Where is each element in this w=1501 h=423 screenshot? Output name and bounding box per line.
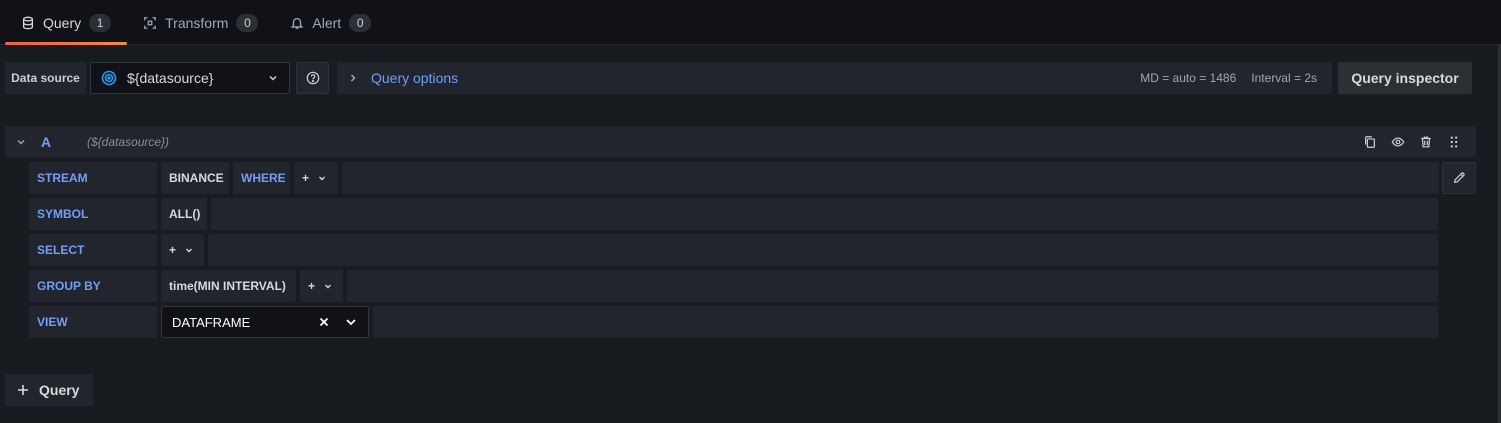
select-keyword: SELECT (29, 234, 157, 266)
symbol-row-filler (211, 198, 1438, 230)
datasource-value: ${datasource} (127, 70, 214, 86)
view-row-filler (373, 306, 1438, 338)
group-by-row-filler (347, 270, 1438, 302)
stream-row-filler (342, 162, 1439, 194)
view-value: DATAFRAME (172, 314, 251, 330)
group-by-value[interactable]: time(MIN INTERVAL) (161, 270, 296, 302)
select-add-label: + (169, 243, 177, 257)
symbol-row: SYMBOL ALL() (29, 198, 1438, 230)
plus-icon (18, 385, 28, 395)
chevron-down-icon (186, 248, 193, 253)
query-row-header: A (${datasource}) (5, 126, 1476, 157)
eye-icon (1391, 136, 1405, 147)
group-by-add-button[interactable]: + (300, 270, 343, 302)
group-by-keyword: GROUP BY (29, 270, 157, 302)
symbol-keyword: SYMBOL (29, 198, 157, 230)
query-options-label: Query options (371, 70, 459, 86)
select-add-button[interactable]: + (161, 234, 204, 266)
close-icon[interactable] (318, 316, 330, 328)
query-inspector-button[interactable]: Query inspector (1338, 62, 1472, 94)
view-select[interactable]: DATAFRAME (161, 306, 369, 338)
add-query-button[interactable]: Query (5, 374, 93, 406)
datasource-help-button[interactable] (296, 62, 329, 94)
chevron-down-icon[interactable] (15, 136, 27, 148)
database-icon (21, 16, 35, 30)
group-by-row: GROUP BY time(MIN INTERVAL) + (29, 270, 1438, 302)
datasource-picker[interactable]: ${datasource} (90, 62, 290, 94)
select-row: SELECT + (29, 234, 1438, 266)
drag-handle[interactable] (1440, 132, 1468, 152)
datasource-label: Data source (5, 62, 86, 94)
interval-info: Interval = 2s (1251, 71, 1317, 85)
question-circle-icon (306, 71, 319, 85)
stream-keyword: STREAM (29, 162, 157, 194)
editor-tabbar: Query 1 Transform 0 Alert 0 (0, 0, 1501, 45)
stream-value[interactable]: BINANCE (161, 162, 229, 194)
bell-icon (290, 16, 304, 30)
tab-query-count: 1 (89, 13, 112, 32)
drag-dots-icon (1450, 135, 1458, 148)
query-options-toggle[interactable]: Query options MD = auto = 1486 Interval … (337, 62, 1332, 94)
query-ref-id[interactable]: A (41, 134, 71, 150)
chevron-down-icon (325, 284, 332, 289)
tab-query[interactable]: Query 1 (5, 0, 128, 45)
copy-icon (1365, 135, 1375, 148)
group-by-add-label: + (308, 279, 316, 293)
chevron-down-icon (346, 319, 356, 326)
where-keyword: WHERE (233, 162, 290, 194)
tab-alert-count: 0 (349, 13, 372, 32)
duplicate-query-button[interactable] (1356, 132, 1384, 152)
trash-icon (1421, 136, 1431, 147)
chevron-down-icon (269, 75, 277, 81)
transform-icon (143, 16, 157, 30)
add-query-label: Query (39, 382, 80, 398)
chevron-right-icon (350, 74, 356, 82)
tab-list: Query 1 Transform 0 Alert 0 (5, 0, 387, 45)
chevron-down-icon (319, 176, 326, 181)
view-keyword: VIEW (29, 306, 157, 338)
tab-alert[interactable]: Alert 0 (274, 0, 387, 45)
select-row-filler (208, 234, 1438, 266)
where-add-label: + (302, 171, 310, 185)
query-row-actions (1356, 132, 1468, 152)
toggle-query-visibility-button[interactable] (1384, 132, 1412, 152)
tab-transform[interactable]: Transform 0 (127, 0, 274, 45)
tab-transform-label: Transform (165, 14, 229, 31)
pencil-icon (1453, 172, 1465, 184)
where-add-button[interactable]: + (294, 162, 338, 194)
symbol-value[interactable]: ALL() (161, 198, 207, 230)
stream-row: STREAM BINANCE WHERE + (29, 162, 1439, 194)
max-data-points-info: MD = auto = 1486 (1140, 71, 1237, 85)
datasource-logo-icon (101, 70, 117, 86)
datasource-row: Data source ${datasource} Query options … (5, 62, 1472, 94)
edit-raw-query-button[interactable] (1442, 162, 1476, 194)
tab-alert-label: Alert (312, 14, 342, 31)
query-datasource-name: (${datasource}) (87, 134, 170, 149)
tab-query-label: Query (43, 14, 82, 31)
view-row: VIEW DATAFRAME (29, 306, 1438, 338)
remove-query-button[interactable] (1412, 132, 1440, 152)
tab-transform-count: 0 (236, 13, 259, 32)
